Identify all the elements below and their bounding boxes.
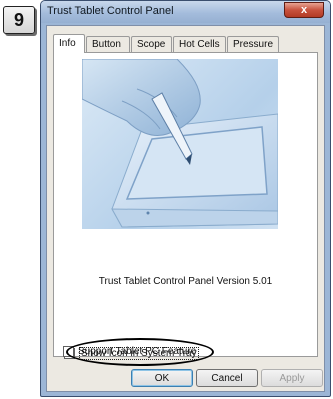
step-number: 9	[13, 9, 24, 30]
cancel-button[interactable]: Cancel	[196, 369, 258, 387]
close-button[interactable]: x	[284, 2, 324, 18]
apply-button[interactable]: Apply	[261, 369, 323, 387]
close-icon: x	[300, 4, 308, 16]
tab-pressure[interactable]: Pressure	[227, 36, 279, 52]
tablet-pen-illustration	[82, 59, 278, 228]
tab-scope[interactable]: Scope	[131, 36, 172, 52]
dialog-buttons: OK Cancel Apply	[47, 369, 324, 389]
tab-info[interactable]: Info	[53, 34, 85, 53]
tab-button[interactable]: Button	[86, 36, 130, 52]
window-title: Trust Tablet Control Panel	[47, 5, 174, 17]
support-tablet-checkbox[interactable]	[63, 345, 74, 357]
version-text: Trust Tablet Control Panel Version 5.01	[98, 276, 273, 287]
support-tablet-label[interactable]: Support Tablet PC Feature	[78, 346, 196, 357]
ok-label: OK	[154, 372, 170, 384]
apply-label: Apply	[279, 372, 305, 384]
tab-info-label: Info	[59, 38, 76, 49]
page: 9 Trust Tablet Control Panel x Info Butt…	[0, 0, 333, 399]
ok-button[interactable]: OK	[131, 369, 193, 387]
tab-pressure-label: Pressure	[233, 39, 274, 50]
info-tab-panel: Trust Tablet Control Panel Version 5.01 …	[53, 52, 318, 360]
title-bar[interactable]: Trust Tablet Control Panel x	[41, 1, 330, 23]
tab-hot-cells-label: Hot Cells	[179, 39, 220, 50]
tab-scope-label: Scope	[137, 39, 166, 50]
step-number-badge: 9	[3, 6, 35, 34]
support-tablet-row: Support Tablet PC Feature	[63, 344, 196, 358]
tab-hot-cells[interactable]: Hot Cells	[173, 36, 226, 52]
dialog-client-area: Info Button Scope Hot Cells Pressure Tru…	[46, 25, 325, 392]
tablet-pen-image	[82, 59, 278, 229]
control-panel-window: Trust Tablet Control Panel x Info Button…	[40, 0, 331, 397]
tab-button-label: Button	[92, 39, 121, 50]
cancel-label: Cancel	[211, 372, 243, 384]
